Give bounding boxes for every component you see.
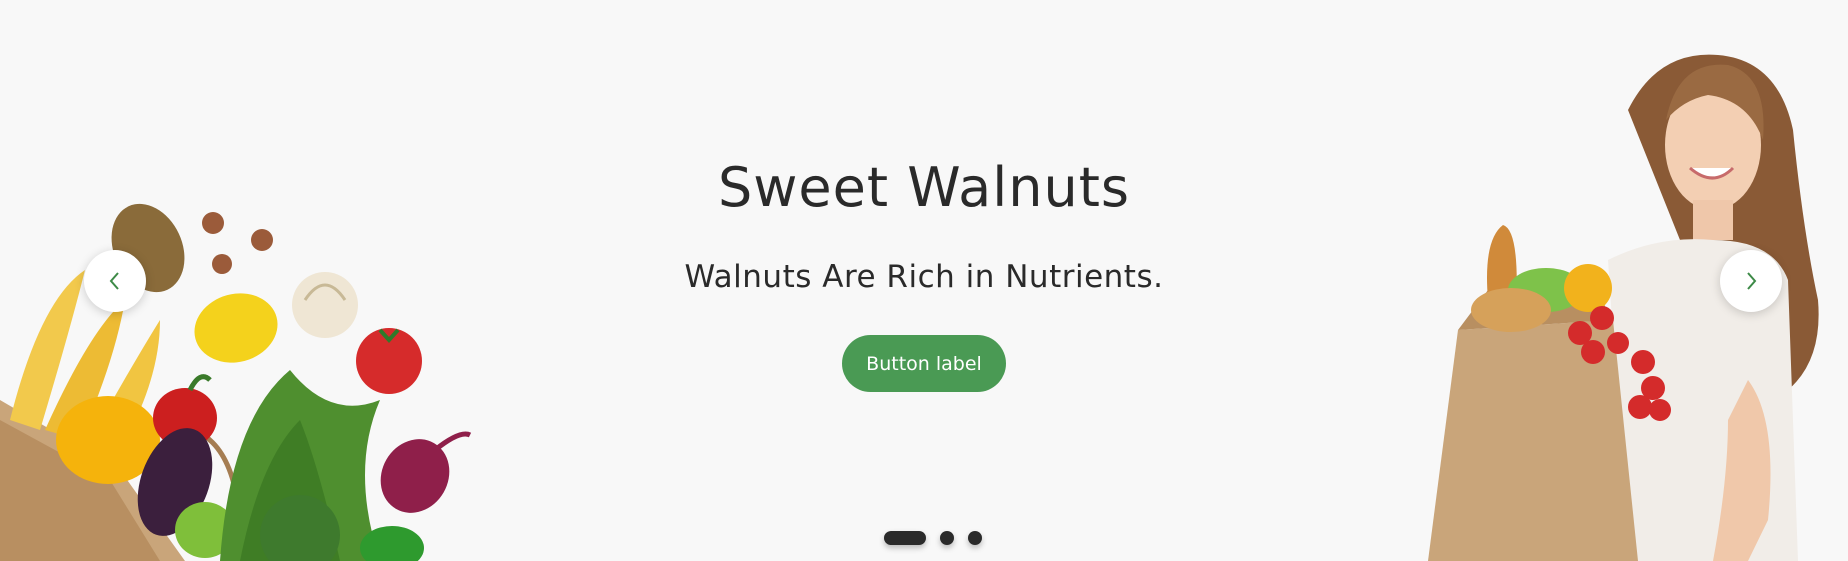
chevron-left-icon <box>109 272 119 290</box>
hero-slider: Sweet Walnuts Walnuts Are Rich in Nutrie… <box>0 0 1848 561</box>
slide-dot-3[interactable] <box>968 531 982 545</box>
next-slide-button[interactable] <box>1720 250 1782 312</box>
chevron-right-icon <box>1747 272 1757 290</box>
slide-subtitle: Walnuts Are Rich in Nutrients. <box>684 259 1164 295</box>
slide-dot-2[interactable] <box>940 531 954 545</box>
slide-dot-1[interactable] <box>884 531 926 545</box>
slide-pagination <box>884 531 982 545</box>
slide-content: Sweet Walnuts Walnuts Are Rich in Nutrie… <box>0 0 1848 561</box>
slide-title: Sweet Walnuts <box>717 156 1130 219</box>
cta-button[interactable]: Button label <box>842 335 1006 392</box>
previous-slide-button[interactable] <box>84 250 146 312</box>
